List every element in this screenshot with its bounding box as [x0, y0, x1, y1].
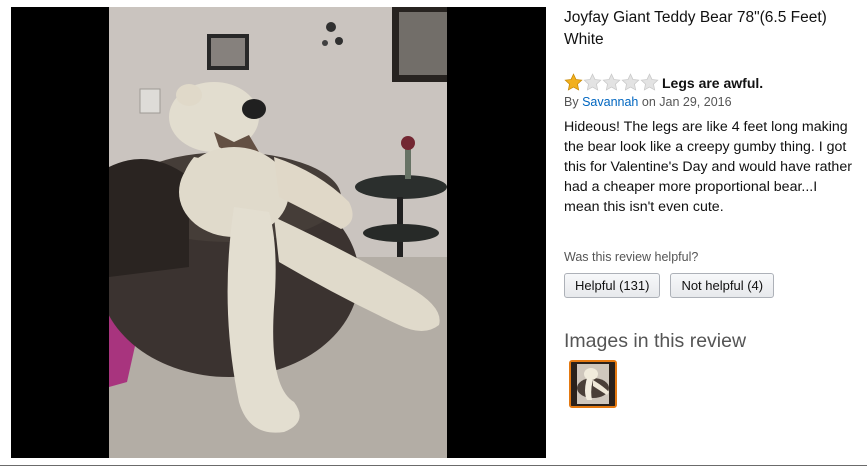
review-byline: By Savannah on Jan 29, 2016	[564, 95, 732, 109]
thumbnail-image	[571, 362, 615, 406]
byline-on-label: on	[641, 95, 656, 109]
byline-by-label: By	[564, 95, 579, 109]
review-title[interactable]: Legs are awful.	[662, 75, 763, 91]
images-section-heading: Images in this review	[564, 330, 747, 352]
product-title[interactable]: Joyfay Giant Teddy Bear 78"(6.5 Feet) Wh…	[564, 7, 864, 51]
review-date: Jan 29, 2016	[659, 95, 732, 109]
star-empty-icon	[640, 73, 659, 91]
review-body: Hideous! The legs are like 4 feet long m…	[564, 119, 852, 215]
star-empty-icon	[602, 73, 621, 91]
helpful-question: Was this review helpful?	[564, 250, 699, 264]
review-panel: Joyfay Giant Teddy Bear 78"(6.5 Feet) Wh…	[564, 7, 864, 408]
review-image-thumbnail[interactable]	[569, 360, 617, 408]
review-image-viewer	[11, 7, 546, 458]
vote-buttons: Helpful (131) Not helpful (4)	[564, 273, 775, 298]
helpful-button[interactable]: Helpful (131)	[564, 273, 661, 298]
review-author-link[interactable]: Savannah	[582, 95, 638, 109]
bottom-divider	[0, 465, 867, 466]
star-filled-icon	[564, 73, 583, 91]
teddy-bear-photo-illustration	[109, 7, 447, 458]
rating-row: Legs are awful.	[564, 73, 763, 92]
star-empty-icon	[583, 73, 602, 91]
review-photo-teddy-bear	[109, 7, 447, 458]
not-helpful-button[interactable]: Not helpful (4)	[670, 273, 775, 298]
star-rating	[564, 73, 659, 92]
star-empty-icon	[621, 73, 640, 91]
